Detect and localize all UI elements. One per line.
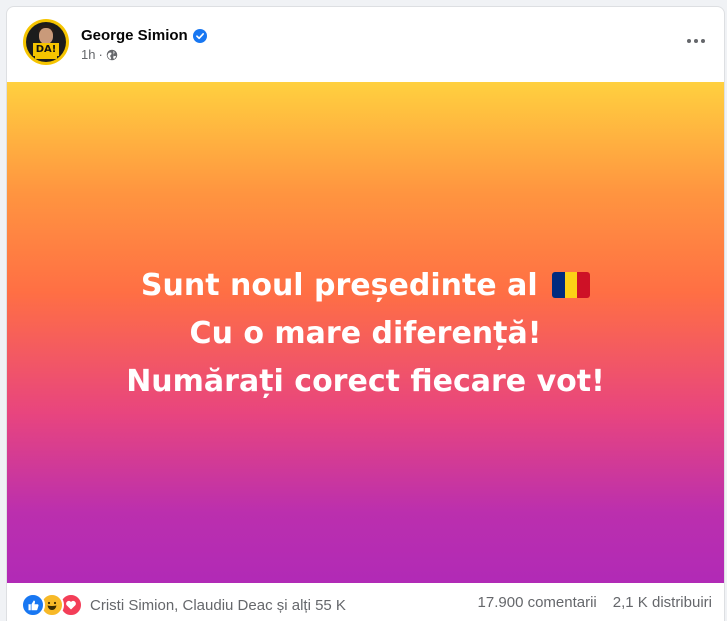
post-meta: 1h · [81,47,118,62]
post-text-line-1: Sunt noul președinte al [140,267,538,303]
more-dot [701,39,705,43]
post-text-line-3: Numărați corect fiecare vot! [126,363,605,399]
avatar-face [39,28,53,44]
author-row: George Simion [81,27,207,44]
avatar-badge-strip [35,56,57,59]
avatar[interactable]: DA! [23,19,69,65]
post-header: DA! George Simion 1h · [7,7,724,81]
globe-icon[interactable] [106,49,118,61]
post-footer: Cristi Simion, Claudiu Deac și alți 55 K… [7,583,724,621]
meta-separator: · [98,47,103,62]
romania-flag-icon [552,271,591,298]
reactions-summary[interactable]: Cristi Simion, Claudiu Deac și alți 55 K [21,593,346,617]
post-background-text[interactable]: Sunt noul președinte al Cu o mare difere… [7,82,724,583]
avatar-badge: DA! [33,43,59,56]
post-timestamp[interactable]: 1h [81,47,95,62]
comments-count[interactable]: 17.900 comentarii [478,594,597,611]
post-text: Sunt noul președinte al Cu o mare difere… [126,262,605,406]
shares-count[interactable]: 2,1 K distribuiri [613,594,712,611]
post-text-line-2: Cu o mare diferență! [189,315,542,351]
engagement-counts: 17.900 comentarii 2,1 K distribuiri [478,594,712,611]
more-dot [694,39,698,43]
author-name[interactable]: George Simion [81,27,188,44]
like-reaction-icon [21,593,45,617]
post-text-line: Sunt noul președinte al [126,262,605,310]
verified-badge-icon [192,28,207,43]
avatar-photo: DA! [26,22,66,62]
reactors-text[interactable]: Cristi Simion, Claudiu Deac și alți 55 K [90,597,346,614]
facebook-post: DA! George Simion 1h · Sunt noul președi… [6,6,725,621]
more-options-icon[interactable] [682,29,710,53]
more-dot [687,39,691,43]
